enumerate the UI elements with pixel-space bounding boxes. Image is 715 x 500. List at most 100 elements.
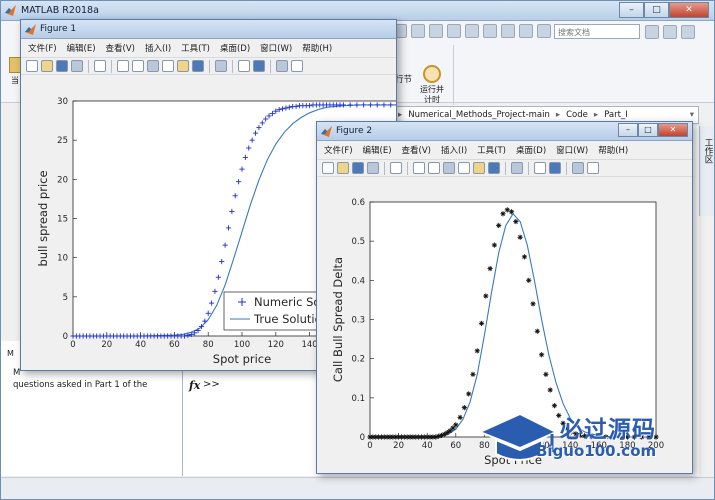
menu-tools[interactable]: 工具(T) — [181, 42, 210, 54]
brush-icon[interactable] — [488, 162, 500, 174]
hide-plot-tools-icon[interactable] — [572, 162, 584, 174]
link-plot-icon[interactable] — [511, 162, 523, 174]
close-button[interactable]: ✕ — [658, 123, 688, 137]
print-icon[interactable] — [367, 162, 379, 174]
menu-edit[interactable]: 编辑(E) — [363, 144, 392, 156]
x-tick-label: 100 — [234, 340, 250, 350]
insert-colorbar-icon[interactable] — [238, 60, 250, 72]
current-folder-label: 当 — [11, 76, 19, 85]
delta-numeric-point — [539, 352, 545, 358]
matlab-titlebar: MATLAB R2018a – □ ✕ — [1, 1, 714, 21]
watermark-text: 必过源码 — [560, 417, 656, 443]
redo-icon[interactable] — [483, 24, 497, 38]
details-pane-header: M — [7, 349, 14, 358]
cut-icon[interactable] — [411, 24, 425, 38]
figure-2-toolbar — [317, 159, 692, 177]
menu-edit[interactable]: 编辑(E) — [67, 42, 96, 54]
insert-colorbar-icon[interactable] — [534, 162, 546, 174]
zoom-out-icon[interactable] — [132, 60, 144, 72]
figure-2-title: Figure 2 — [336, 126, 373, 136]
open-file-icon[interactable] — [41, 60, 53, 72]
link-plot-icon[interactable] — [215, 60, 227, 72]
matlab-window-controls: – □ ✕ — [619, 2, 709, 18]
matlab-logo-icon — [5, 5, 16, 16]
toolbar-separator — [111, 59, 112, 73]
insert-legend-icon[interactable] — [253, 60, 265, 72]
maximize-button[interactable]: □ — [638, 123, 658, 137]
filter-icon[interactable] — [537, 24, 551, 38]
menu-view[interactable]: 查看(V) — [106, 42, 135, 54]
open-file-icon[interactable] — [337, 162, 349, 174]
matlab-logo-icon — [321, 126, 332, 137]
run-and-time-button[interactable]: 运行并 计时 — [415, 65, 449, 105]
minimize-button[interactable]: – — [619, 2, 644, 18]
menu-window[interactable]: 窗口(W) — [556, 144, 588, 156]
show-plot-tools-icon[interactable] — [587, 162, 599, 174]
workspace-tab[interactable]: 工作区 — [699, 126, 714, 216]
run-section-button[interactable]: 行节 — [395, 73, 412, 85]
zoom-in-icon[interactable] — [117, 60, 129, 72]
x-tick-label: 20 — [101, 340, 112, 350]
pan-icon[interactable] — [147, 60, 159, 72]
fx-icon[interactable]: fx — [189, 379, 200, 392]
chevron-right-icon: ▸ — [555, 110, 561, 120]
help-icon[interactable] — [519, 24, 533, 38]
search-documentation-input[interactable]: 搜索文档 — [554, 24, 640, 39]
edit-plot-icon[interactable] — [94, 60, 106, 72]
search-icon[interactable] — [645, 25, 659, 39]
paste-icon[interactable] — [447, 24, 461, 38]
menu-tools[interactable]: 工具(T) — [477, 144, 506, 156]
figure-1-titlebar[interactable]: Figure 1 — [21, 20, 396, 39]
edit-plot-icon[interactable] — [390, 162, 402, 174]
figure-2-window-controls: – □ ✕ — [618, 123, 688, 137]
menu-desktop[interactable]: 桌面(D) — [516, 144, 546, 156]
menu-insert[interactable]: 插入(I) — [441, 144, 467, 156]
menu-desktop[interactable]: 桌面(D) — [220, 42, 250, 54]
print-icon[interactable] — [71, 60, 83, 72]
rotate-3d-icon[interactable] — [458, 162, 470, 174]
y-tick-label: 0.5 — [351, 237, 365, 247]
menu-help[interactable]: 帮助(H) — [302, 42, 332, 54]
breadcrumb-item[interactable]: Code — [566, 110, 588, 120]
switch-windows-icon[interactable] — [501, 24, 515, 38]
show-plot-tools-icon[interactable] — [291, 60, 303, 72]
data-cursor-icon[interactable] — [473, 162, 485, 174]
menu-file[interactable]: 文件(F) — [324, 144, 353, 156]
expand-icon[interactable] — [681, 25, 695, 39]
figure-2-titlebar[interactable]: Figure 2 – □ ✕ — [317, 122, 692, 141]
menu-insert[interactable]: 插入(I) — [145, 42, 171, 54]
new-figure-icon[interactable] — [322, 162, 334, 174]
menu-window[interactable]: 窗口(W) — [260, 42, 292, 54]
new-figure-icon[interactable] — [26, 60, 38, 72]
insert-legend-icon[interactable] — [549, 162, 561, 174]
maximize-button[interactable]: □ — [644, 2, 669, 18]
hide-plot-tools-icon[interactable] — [276, 60, 288, 72]
zoom-out-icon[interactable] — [428, 162, 440, 174]
command-prompt: >> — [203, 379, 220, 390]
undo-icon[interactable] — [465, 24, 479, 38]
save-figure-icon[interactable] — [352, 162, 364, 174]
notification-icon[interactable] — [663, 25, 677, 39]
close-button[interactable]: ✕ — [669, 2, 709, 18]
breadcrumb-item[interactable]: Part_I — [604, 110, 628, 120]
pan-icon[interactable] — [443, 162, 455, 174]
toolstrip-empty-panel — [453, 45, 698, 105]
x-axis-label: Spot price — [213, 352, 271, 366]
chevron-down-icon[interactable]: ▾ — [690, 110, 694, 120]
minimize-button[interactable]: – — [618, 123, 638, 137]
data-cursor-icon[interactable] — [177, 60, 189, 72]
plot-area — [369, 201, 657, 438]
toolbar-separator — [528, 161, 529, 175]
menu-help[interactable]: 帮助(H) — [598, 144, 628, 156]
rotate-3d-icon[interactable] — [162, 60, 174, 72]
y-tick-label: 20 — [57, 175, 68, 185]
menu-file[interactable]: 文件(F) — [28, 42, 57, 54]
zoom-in-icon[interactable] — [413, 162, 425, 174]
save-figure-icon[interactable] — [56, 60, 68, 72]
copy-icon[interactable] — [429, 24, 443, 38]
x-tick-label: 60 — [169, 340, 180, 350]
breadcrumb-item[interactable]: Numerical_Methods_Project-main — [408, 110, 550, 120]
y-tick-label: 0.2 — [351, 355, 365, 365]
brush-icon[interactable] — [192, 60, 204, 72]
menu-view[interactable]: 查看(V) — [402, 144, 431, 156]
